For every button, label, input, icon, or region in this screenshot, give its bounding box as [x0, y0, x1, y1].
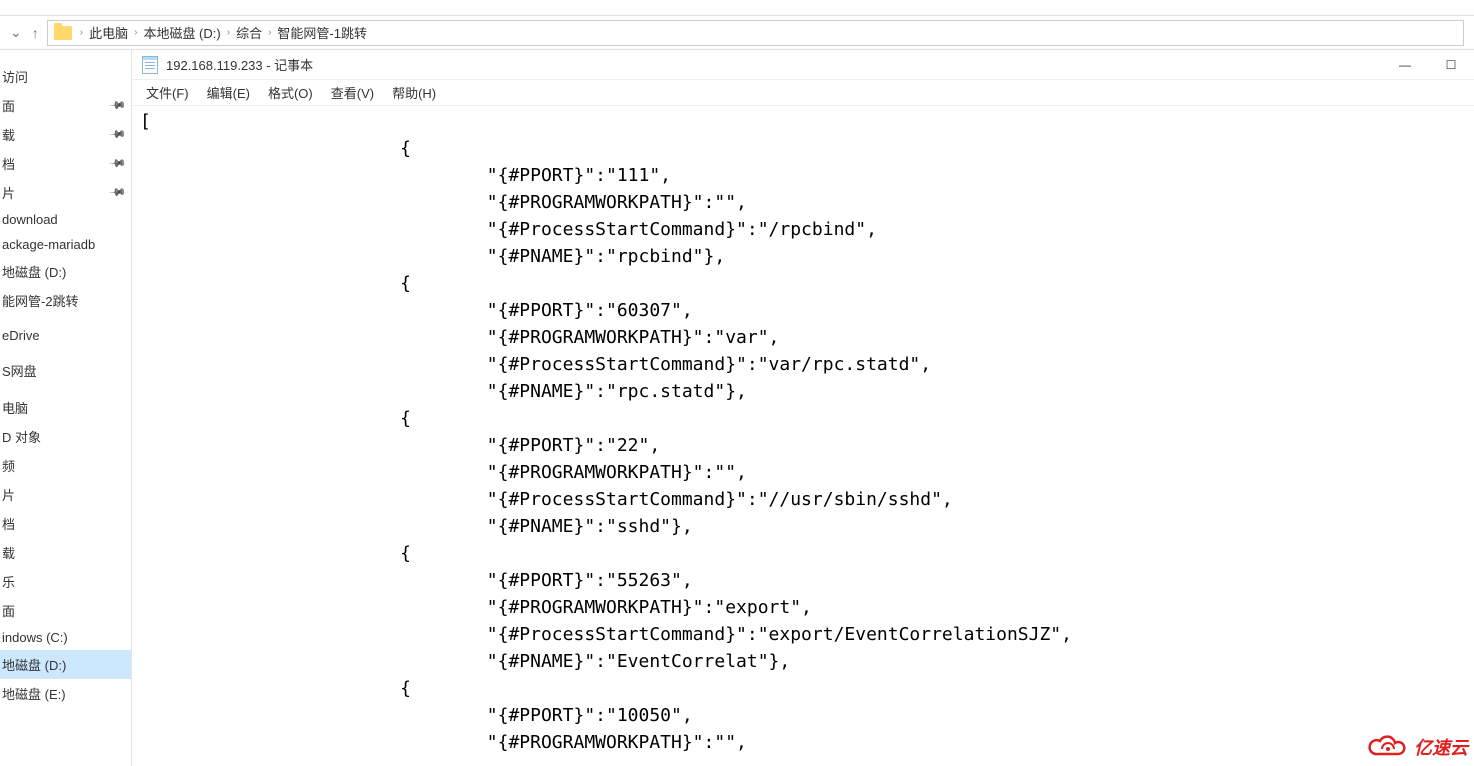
- breadcrumb-sep: ›: [268, 27, 271, 38]
- sidebar-item-label: 地磁盘 (D:): [2, 655, 66, 674]
- breadcrumb: › 此电脑 › 本地磁盘 (D:) › 综合 › 智能网管-1跳转: [80, 23, 367, 42]
- sidebar-item[interactable]: 地磁盘 (D:): [0, 650, 131, 679]
- sidebar-item-label: 访问: [2, 67, 28, 86]
- pin-icon: 📌: [109, 183, 128, 202]
- sidebar-item-label: 地磁盘 (D:): [2, 262, 66, 281]
- sidebar-item-label: S网盘: [2, 361, 37, 380]
- main-area: 访问面📌载📌档📌片📌downloadackage-mariadb地磁盘 (D:)…: [0, 50, 1474, 766]
- minimize-button[interactable]: —: [1382, 50, 1428, 80]
- menu-format[interactable]: 格式(O): [260, 81, 321, 104]
- sidebar-item[interactable]: 能网管-2跳转: [0, 286, 131, 315]
- folder-icon: [54, 26, 72, 40]
- sidebar-item[interactable]: download: [0, 207, 131, 232]
- sidebar-item[interactable]: 地磁盘 (D:): [0, 257, 131, 286]
- sidebar-item-label: 载: [2, 125, 15, 144]
- window-controls: — ☐: [1382, 50, 1474, 80]
- breadcrumb-sep: ›: [134, 27, 137, 38]
- notepad-title-bar[interactable]: 192.168.119.233 - 记事本 — ☐: [132, 50, 1474, 80]
- menu-view[interactable]: 查看(V): [323, 81, 382, 104]
- breadcrumb-sep: ›: [80, 27, 83, 38]
- breadcrumb-sep: ›: [227, 27, 230, 38]
- sidebar-item-label: 载: [2, 543, 15, 562]
- breadcrumb-item[interactable]: 本地磁盘 (D:): [143, 23, 220, 42]
- sidebar-item[interactable]: 档📌: [0, 149, 131, 178]
- sidebar-item[interactable]: 载: [0, 538, 131, 567]
- maximize-button[interactable]: ☐: [1428, 50, 1474, 80]
- sidebar-item[interactable]: 面: [0, 596, 131, 625]
- sidebar-item[interactable]: 电脑: [0, 393, 131, 422]
- sidebar-item-label: 地磁盘 (E:): [2, 684, 66, 703]
- sidebar-item-label: indows (C:): [2, 630, 68, 645]
- sidebar-item[interactable]: ackage-mariadb: [0, 232, 131, 257]
- sidebar-item[interactable]: 载📌: [0, 120, 131, 149]
- sidebar-item[interactable]: 访问: [0, 62, 131, 91]
- sidebar-item[interactable]: D 对象: [0, 422, 131, 451]
- pin-icon: 📌: [109, 125, 128, 144]
- breadcrumb-item[interactable]: 智能网管-1跳转: [277, 23, 367, 42]
- menu-edit[interactable]: 编辑(E): [199, 81, 258, 104]
- menu-file[interactable]: 文件(F): [138, 81, 197, 104]
- sidebar-item[interactable]: 面📌: [0, 91, 131, 120]
- sidebar-item-label: 档: [2, 154, 15, 173]
- sidebar-item[interactable]: 地磁盘 (E:): [0, 679, 131, 708]
- sidebar-item-label: download: [2, 212, 58, 227]
- notepad-content[interactable]: [ { "{#PPORT}":"111", "{#PROGRAMWORKPATH…: [132, 106, 1474, 766]
- sidebar-item-label: 乐: [2, 572, 15, 591]
- sidebar-item[interactable]: 乐: [0, 567, 131, 596]
- nav-recent-icon[interactable]: ⌄: [10, 24, 22, 41]
- pin-icon: 📌: [109, 96, 128, 115]
- watermark-text: 亿速云: [1414, 734, 1468, 760]
- nav-up-icon[interactable]: ↑: [32, 25, 39, 41]
- sidebar-item[interactable]: eDrive: [0, 323, 131, 348]
- explorer-ribbon-partial: [0, 0, 1474, 16]
- menu-help[interactable]: 帮助(H): [384, 81, 444, 104]
- notepad-menu: 文件(F) 编辑(E) 格式(O) 查看(V) 帮助(H): [132, 80, 1474, 106]
- notepad-title: 192.168.119.233 - 记事本: [166, 55, 313, 74]
- sidebar-item-label: D 对象: [2, 427, 41, 446]
- sidebar: 访问面📌载📌档📌片📌downloadackage-mariadb地磁盘 (D:)…: [0, 50, 132, 766]
- sidebar-item[interactable]: indows (C:): [0, 625, 131, 650]
- nav-arrows: ⌄ ↑: [10, 24, 39, 41]
- pin-icon: 📌: [109, 154, 128, 173]
- sidebar-item-label: 频: [2, 456, 15, 475]
- sidebar-item-label: eDrive: [2, 328, 40, 343]
- breadcrumb-item[interactable]: 此电脑: [89, 23, 128, 42]
- sidebar-item-label: 片: [2, 183, 15, 202]
- sidebar-item[interactable]: 频: [0, 451, 131, 480]
- sidebar-item[interactable]: 档: [0, 509, 131, 538]
- sidebar-item[interactable]: S网盘: [0, 356, 131, 385]
- sidebar-item[interactable]: 片📌: [0, 178, 131, 207]
- sidebar-item-label: 面: [2, 96, 15, 115]
- watermark: 亿速云: [1366, 734, 1468, 760]
- sidebar-item-label: 电脑: [2, 398, 28, 417]
- cloud-icon: [1366, 734, 1410, 760]
- sidebar-item-label: ackage-mariadb: [2, 237, 95, 252]
- address-bar-row: ⌄ ↑ › 此电脑 › 本地磁盘 (D:) › 综合 › 智能网管-1跳转: [0, 16, 1474, 50]
- address-bar[interactable]: › 此电脑 › 本地磁盘 (D:) › 综合 › 智能网管-1跳转: [47, 20, 1464, 46]
- sidebar-item-label: 档: [2, 514, 15, 533]
- notepad-window: 192.168.119.233 - 记事本 — ☐ 文件(F) 编辑(E) 格式…: [132, 50, 1474, 766]
- breadcrumb-item[interactable]: 综合: [236, 23, 262, 42]
- sidebar-item-label: 能网管-2跳转: [2, 291, 79, 310]
- sidebar-item[interactable]: 片: [0, 480, 131, 509]
- notepad-icon: [142, 56, 158, 74]
- sidebar-item-label: 片: [2, 485, 15, 504]
- sidebar-item-label: 面: [2, 601, 15, 620]
